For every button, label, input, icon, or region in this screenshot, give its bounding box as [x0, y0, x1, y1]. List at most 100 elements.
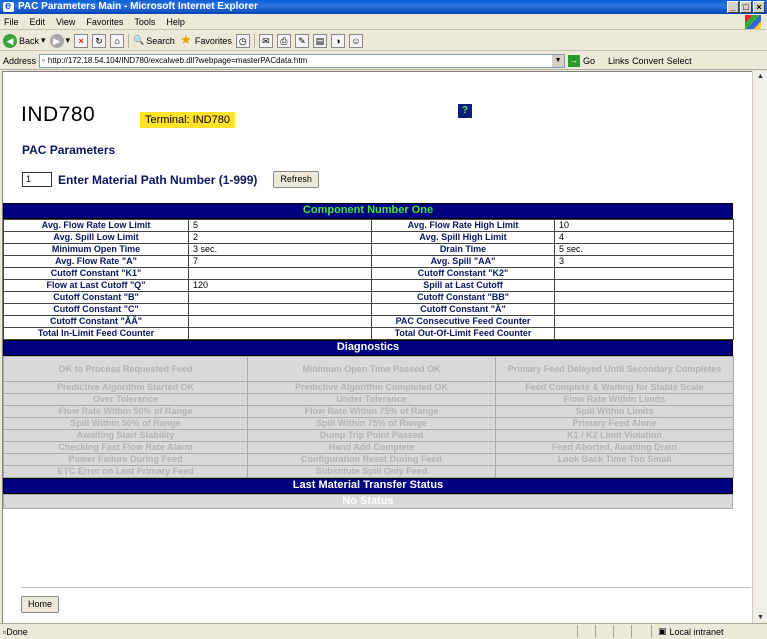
parameter-label: Avg. Spill High Limit	[371, 231, 555, 244]
page-icon: ▫	[42, 56, 45, 65]
parameter-label: Avg. Spill Low Limit	[3, 231, 189, 244]
print-icon[interactable]: ⎙	[276, 33, 291, 48]
menu-favorites[interactable]: Favorites	[86, 17, 123, 27]
transfer-status-header: Last Material Transfer Status	[3, 478, 733, 494]
diagnostic-indicator: Predictive Algorithm Completed OK	[247, 381, 496, 394]
help-button[interactable]: ?	[458, 104, 472, 118]
parameter-label: Cutoff Constant "K1"	[3, 267, 189, 280]
diagnostic-indicator: Under Tolerance	[247, 393, 496, 406]
diagnostic-indicator: Checking Fast Flow Rate Alarm	[3, 441, 248, 454]
parameter-value	[554, 279, 734, 292]
browser-window: PAC Parameters Main - Microsoft Internet…	[0, 0, 767, 639]
search-label: Search	[146, 35, 175, 46]
status-bar: ▫ Done ▣ Local intranet	[0, 623, 767, 639]
refresh-icon[interactable]: ↻	[92, 33, 107, 48]
search-button[interactable]: 🔍 Search	[133, 33, 175, 49]
mail-icon[interactable]: ✉	[258, 33, 273, 48]
stop-icon[interactable]: ×	[74, 33, 89, 48]
component-row: Cutoff Constant "ÂÂ" PAC Consecutive Feed…	[3, 315, 734, 328]
diagnostic-indicator: Spill Within 75% of Range	[247, 417, 496, 430]
parameter-label: Drain Time	[371, 243, 555, 256]
menu-bar: File Edit View Favorites Tools Help	[0, 14, 767, 30]
scroll-up-icon[interactable]: ▲	[756, 73, 765, 80]
diagnostics-header: Diagnostics	[3, 340, 733, 356]
diagnostic-indicator: Flow Rate Within 75% of Range	[247, 405, 496, 418]
parameter-label: PAC Consecutive Feed Counter	[371, 315, 555, 328]
menu-view[interactable]: View	[56, 17, 75, 27]
diagnostic-indicator: Primary Feed Delayed Until Secondary Com…	[495, 356, 734, 382]
edit-icon[interactable]: ✎	[294, 33, 309, 48]
address-dropdown-icon[interactable]: ▼	[552, 54, 565, 67]
maximize-button[interactable]: □	[740, 1, 752, 13]
close-button[interactable]: ×	[753, 1, 765, 13]
diagnostics-row: Checking Fast Flow Rate Alarm Hand Add Co…	[3, 441, 734, 454]
diagnostic-indicator: Dump Trip Point Passed	[247, 429, 496, 442]
convert-button[interactable]: Convert	[632, 56, 664, 66]
home-icon[interactable]: ⌂	[110, 33, 125, 48]
parameter-label: Avg. Flow Rate "A"	[3, 255, 189, 268]
diagnostic-indicator: Feed Complete & Waiting for Stable Scale	[495, 381, 734, 394]
parameter-value	[188, 315, 372, 328]
parameter-value: 3 sec.	[188, 243, 372, 256]
diagnostics-row: OK to Process Requested Feed Minimum Open…	[3, 356, 734, 382]
divider	[21, 587, 751, 588]
component-row: Total In-Limit Feed Counter Total Out-Of-…	[3, 327, 734, 340]
material-path-input[interactable]: 1	[22, 172, 52, 187]
parameter-label: Avg. Flow Rate Low Limit	[3, 219, 189, 232]
diagnostics-row: Over Tolerance Under Tolerance Flow Rate W…	[3, 393, 734, 406]
diagnostics-row: Power Failure During Feed Configuration R…	[3, 453, 734, 466]
diagnostic-indicator: Minimum Open Time Passed OK	[247, 356, 496, 382]
favorites-label: Favorites	[194, 35, 232, 46]
select-button[interactable]: Select	[667, 56, 692, 66]
toolbar-separator	[128, 33, 130, 48]
minimize-button[interactable]: _	[727, 1, 739, 13]
diagnostic-indicator: Over Tolerance	[3, 393, 248, 406]
windows-logo-icon	[745, 15, 761, 29]
favorites-button[interactable]: ★ Favorites	[179, 33, 232, 49]
toolbar: ◀ Back ▾ ▶ ▾ × ↻ ⌂ 🔍 Search ★ Favorites …	[0, 31, 767, 51]
diagnostic-indicator: Configuration Reset During Feed	[247, 453, 496, 466]
parameter-value: 7	[188, 255, 372, 268]
page-viewport: IND780 Terminal: IND780 ? PAC Parameters…	[2, 71, 752, 623]
parameter-value: 5	[188, 219, 372, 232]
parameter-label: Cutoff Constant "K2"	[371, 267, 555, 280]
intranet-icon: ▣	[658, 626, 667, 636]
vertical-scrollbar[interactable]: ▲ ▼	[752, 71, 767, 623]
forward-arrow-icon: ▶	[49, 33, 64, 48]
parameter-value	[188, 303, 372, 316]
scroll-down-icon[interactable]: ▼	[756, 614, 765, 621]
go-arrow-icon[interactable]: →	[568, 54, 581, 67]
security-zone: ▣ Local intranet	[651, 625, 763, 638]
component-row: Cutoff Constant "C" Cutoff Constant "Â"	[3, 303, 734, 316]
folder-icon[interactable]: ▤	[312, 33, 327, 48]
menu-edit[interactable]: Edit	[30, 17, 46, 27]
address-url: http://172.18.54.104/IND780/excalweb.dll…	[47, 56, 308, 65]
messenger-icon[interactable]: ☺	[348, 33, 363, 48]
diagnostics-row: Awaiting Start Stability Dump Trip Point …	[3, 429, 734, 442]
diagnostic-indicator: Look Back Time Too Small	[495, 453, 734, 466]
go-button[interactable]: Go	[583, 56, 595, 66]
diagnostics-row: Predictive Algorithm Started OK Predictiv…	[3, 381, 734, 394]
forward-dropdown-icon[interactable]: ▾	[66, 35, 71, 46]
forward-button[interactable]: ▶ ▾	[49, 33, 71, 49]
discuss-icon[interactable]: ◑	[330, 33, 345, 48]
back-button[interactable]: ◀ Back ▾	[3, 33, 46, 49]
parameter-value	[554, 267, 734, 280]
links-button[interactable]: Links	[608, 56, 629, 66]
back-dropdown-icon[interactable]: ▾	[41, 35, 46, 46]
menu-help[interactable]: Help	[166, 17, 185, 27]
parameter-label: Cutoff Constant "C"	[3, 303, 189, 316]
diagnostic-indicator: K1 / K2 Limit Violation	[495, 429, 734, 442]
menu-file[interactable]: File	[4, 17, 19, 27]
menu-tools[interactable]: Tools	[134, 17, 155, 27]
refresh-button[interactable]: Refresh	[273, 171, 319, 188]
parameter-label: Minimum Open Time	[3, 243, 189, 256]
window-title: PAC Parameters Main - Microsoft Internet…	[18, 1, 258, 12]
address-input[interactable]: ▫ http://172.18.54.104/IND780/excalweb.d…	[39, 53, 566, 68]
component-row: Avg. Spill Low Limit 2 Avg. Spill High Lim…	[3, 231, 734, 244]
parameter-value: 3	[554, 255, 734, 268]
material-path-row: 1 Enter Material Path Number (1-999) Ref…	[22, 171, 319, 188]
diagnostic-indicator: Spill Within Limits	[495, 405, 734, 418]
history-icon[interactable]: ◷	[235, 33, 250, 48]
home-button[interactable]: Home	[21, 596, 60, 613]
